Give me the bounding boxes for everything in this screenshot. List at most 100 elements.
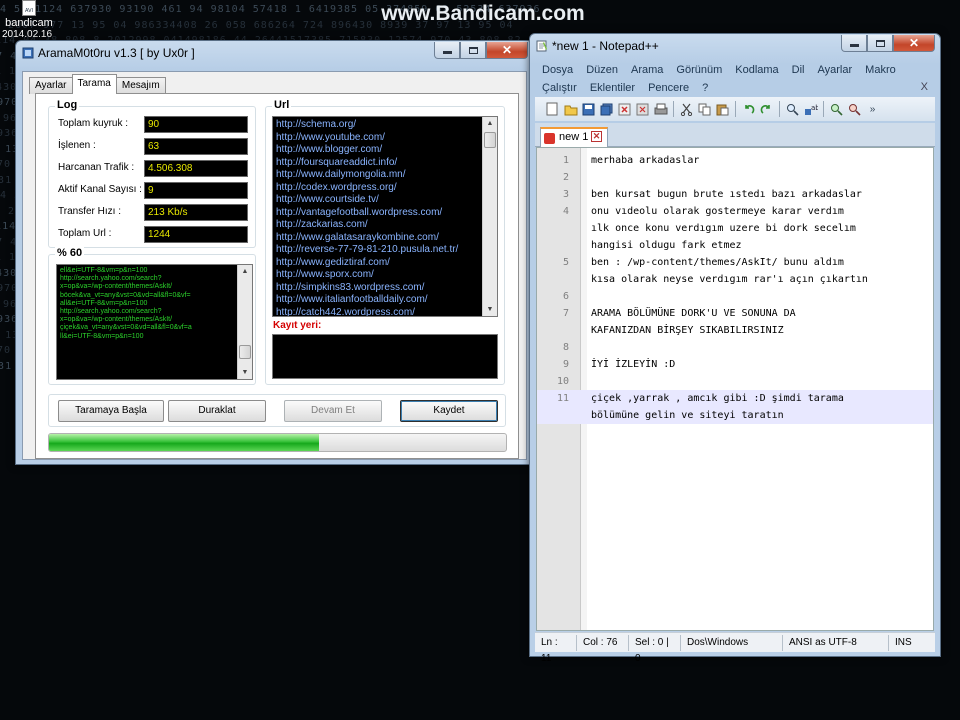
desktop-icon-bandicam[interactable]: bandicam 2014.02.16 — [0, 0, 58, 41]
url-list-item[interactable]: http://www.italianfootballdaily.com/ — [273, 294, 497, 307]
save-button[interactable]: Kaydet — [400, 400, 498, 422]
editor-area[interactable]: 1 merhaba arkadaslar 2 3 ben kursat bugun br… — [536, 147, 934, 631]
scroll-thumb[interactable] — [484, 132, 496, 148]
close-button[interactable]: ✕ — [486, 42, 528, 59]
menu-item[interactable]: Arama — [631, 64, 663, 76]
scroll-up-icon[interactable]: ▲ — [483, 117, 497, 130]
pause-button[interactable]: Duraklat — [168, 400, 266, 422]
menu-item[interactable]: Düzen — [586, 64, 618, 76]
code-line[interactable]: ılk once konu verdıgım uzere bi dork sec… — [537, 220, 933, 237]
npp-titlebar[interactable]: *new 1 - Notepad++ ✕ — [530, 34, 940, 58]
close-all-icon[interactable] — [635, 102, 650, 117]
menu-item[interactable]: Eklentiler — [590, 82, 635, 94]
scan-log-scrollbar[interactable]: ▲ ▼ — [237, 265, 252, 379]
code-line[interactable]: 9 İYİ İZLEYİN :D — [537, 356, 933, 373]
print-icon[interactable] — [653, 102, 668, 117]
copy-icon[interactable] — [697, 102, 712, 117]
tab-tarama[interactable]: Tarama — [71, 74, 117, 94]
tab-ayarlar[interactable]: Ayarlar — [29, 77, 73, 94]
close-button[interactable]: ✕ — [893, 35, 935, 52]
zoom-out-icon[interactable] — [847, 102, 862, 117]
find-icon[interactable] — [785, 102, 800, 117]
url-list-scrollbar[interactable]: ▲ ▼ — [482, 117, 497, 316]
url-list-item[interactable]: http://www.blogger.com/ — [273, 144, 497, 157]
toolbar-overflow-icon[interactable]: » — [865, 102, 880, 117]
url-list-item[interactable]: http://catch442.wordpress.com/ — [273, 307, 497, 317]
cut-icon[interactable] — [679, 102, 694, 117]
menu-item[interactable]: Kodlama — [735, 64, 778, 76]
arama-titlebar[interactable]: AramaM0t0ru v1.3 [ by Ux0r ] ✕ — [16, 41, 533, 65]
undo-icon[interactable] — [741, 102, 756, 117]
log-field-value[interactable]: 1244 — [144, 226, 248, 243]
code-line[interactable]: 10 — [537, 373, 933, 390]
paste-icon[interactable] — [715, 102, 730, 117]
document-tab-new1[interactable]: new 1 ✕ — [540, 127, 608, 147]
code-line[interactable]: 1 merhaba arkadaslar — [537, 152, 933, 169]
menu-item[interactable]: Pencere — [648, 82, 689, 94]
scroll-thumb[interactable] — [239, 345, 251, 359]
menu-item[interactable]: Makro — [865, 64, 896, 76]
code-line[interactable]: 2 — [537, 169, 933, 186]
zoom-in-icon[interactable] — [829, 102, 844, 117]
menu-item[interactable]: Dosya — [542, 64, 573, 76]
open-file-icon[interactable] — [563, 102, 578, 117]
close-document-menu-button[interactable]: X — [921, 81, 928, 93]
close-tab-icon[interactable]: ✕ — [591, 131, 602, 142]
scroll-up-icon[interactable]: ▲ — [238, 265, 252, 278]
url-list-item[interactable]: http://www.dailymongolia.mn/ — [273, 169, 497, 182]
scroll-down-icon[interactable]: ▼ — [483, 303, 497, 316]
url-list-item[interactable]: http://zackarias.com/ — [273, 219, 497, 232]
save-all-icon[interactable] — [599, 102, 614, 117]
scroll-down-icon[interactable]: ▼ — [238, 366, 252, 379]
menu-item[interactable]: Görünüm — [676, 64, 722, 76]
url-list-item[interactable]: http://www.courtside.tv/ — [273, 194, 497, 207]
url-list-item[interactable]: http://simpkins83.wordpress.com/ — [273, 282, 497, 295]
code-line[interactable]: bölümüne gelin ve siteyi taratın — [537, 407, 933, 424]
minimize-button[interactable] — [434, 42, 460, 59]
save-icon[interactable] — [581, 102, 596, 117]
scan-log-box[interactable]: ell&ei=UTF-8&vm=p&n=100 http://search.ya… — [56, 264, 253, 380]
url-list-item[interactable]: http://foursquareaddict.info/ — [273, 157, 497, 170]
menu-item[interactable]: Ayarlar — [818, 64, 853, 76]
maximize-button[interactable] — [867, 35, 893, 52]
code-line[interactable]: hangisi oldugu fark etmez — [537, 237, 933, 254]
log-field-value[interactable]: 90 — [144, 116, 248, 133]
url-list-item[interactable]: http://schema.org/ — [273, 119, 497, 132]
url-list-item[interactable]: http://www.galatasaraykombine.com/ — [273, 232, 497, 245]
url-list[interactable]: http://schema.org/http://www.youtube.com… — [272, 116, 498, 317]
code-line[interactable]: 6 — [537, 288, 933, 305]
menu-item[interactable]: Dil — [792, 64, 805, 76]
menu-item[interactable]: Çalıştır — [542, 82, 577, 94]
menu-row-2: Çalıştır Eklentiler Pencere? — [535, 79, 935, 97]
code-line[interactable]: KAFANIZDAN BİRŞEY SIKABILIRSINIZ — [537, 322, 933, 339]
resume-button[interactable]: Devam Et — [284, 400, 382, 422]
log-field-value[interactable]: 9 — [144, 182, 248, 199]
code-line[interactable]: 8 — [537, 339, 933, 356]
redo-icon[interactable] — [759, 102, 774, 117]
code-line[interactable]: 4 onu vıdeolu olarak gostermeye karar ver… — [537, 203, 933, 220]
unsaved-file-icon — [544, 133, 555, 144]
close-file-icon[interactable] — [617, 102, 632, 117]
log-field-value[interactable]: 213 Kb/s — [144, 204, 248, 221]
code-line[interactable]: kısa olarak neyse verdıgım rar'ı açın çı… — [537, 271, 933, 288]
code-line[interactable]: 3 ben kursat bugun brute ıstedı bazı arka… — [537, 186, 933, 203]
tab-mesajim[interactable]: Mesajım — [115, 77, 166, 94]
kayit-yeri-box[interactable] — [272, 334, 498, 379]
replace-icon[interactable]: ab — [803, 102, 818, 117]
url-list-item[interactable]: http://www.gediztiraf.com/ — [273, 257, 497, 270]
code-line[interactable]: 5 ben : /wp-content/themes/AskIt/ bunu al… — [537, 254, 933, 271]
start-scan-button[interactable]: Taramaya Başla — [58, 400, 164, 422]
url-list-item[interactable]: http://reverse-77-79-81-210.pusula.net.t… — [273, 244, 497, 257]
new-file-icon[interactable] — [545, 102, 560, 117]
code-line[interactable]: 11 çiçek ,yarrak , amcık gibi :D şimdi ta… — [537, 390, 933, 407]
log-field-value[interactable]: 4.506.308 — [144, 160, 248, 177]
url-list-item[interactable]: http://www.youtube.com/ — [273, 132, 497, 145]
url-list-item[interactable]: http://www.sporx.com/ — [273, 269, 497, 282]
code-line[interactable]: 7 ARAMA BÖLÜMÜNE DORK'U VE SONUNA DA — [537, 305, 933, 322]
url-list-item[interactable]: http://codex.wordpress.org/ — [273, 182, 497, 195]
url-list-item[interactable]: http://vantagefootball.wordpress.com/ — [273, 207, 497, 220]
log-field-value[interactable]: 63 — [144, 138, 248, 155]
menu-item[interactable]: ? — [702, 82, 708, 94]
minimize-button[interactable] — [841, 35, 867, 52]
maximize-button[interactable] — [460, 42, 486, 59]
